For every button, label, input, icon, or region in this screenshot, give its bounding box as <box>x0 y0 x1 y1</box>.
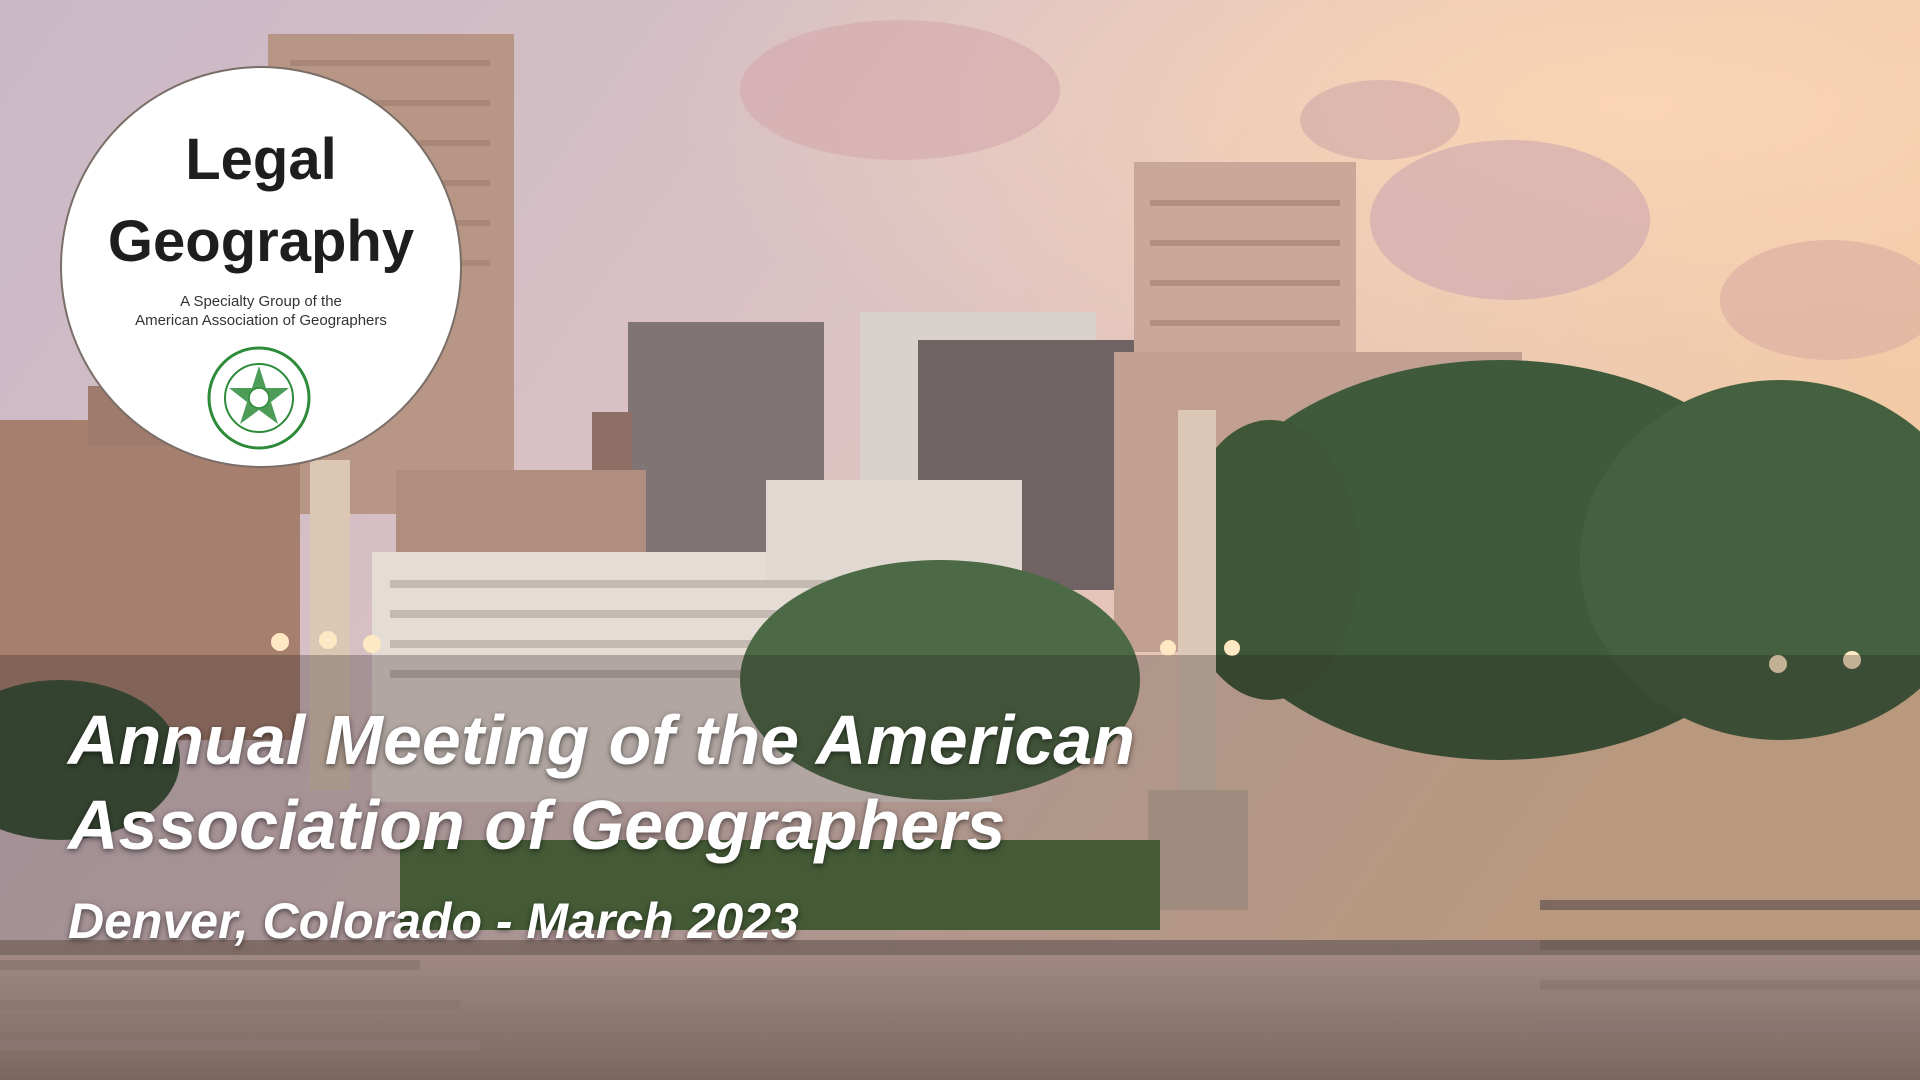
aag-seal-icon <box>207 346 311 450</box>
logo-title-line2: Geography <box>107 209 415 274</box>
logo-subtitle-line1: A Specialty Group of the <box>180 293 342 310</box>
headline-line2: Association of Geographers <box>68 786 1006 864</box>
event-location-date: Denver, Colorado - March 2023 <box>68 893 799 949</box>
headline-line1: Annual Meeting of the American <box>68 701 1135 779</box>
logo-title-line1: Legal <box>185 127 337 192</box>
legal-geography-logo: Legal Geography A Specialty Group of the… <box>62 68 460 466</box>
logo-subtitle-line2: American Association of Geographers <box>135 312 387 329</box>
